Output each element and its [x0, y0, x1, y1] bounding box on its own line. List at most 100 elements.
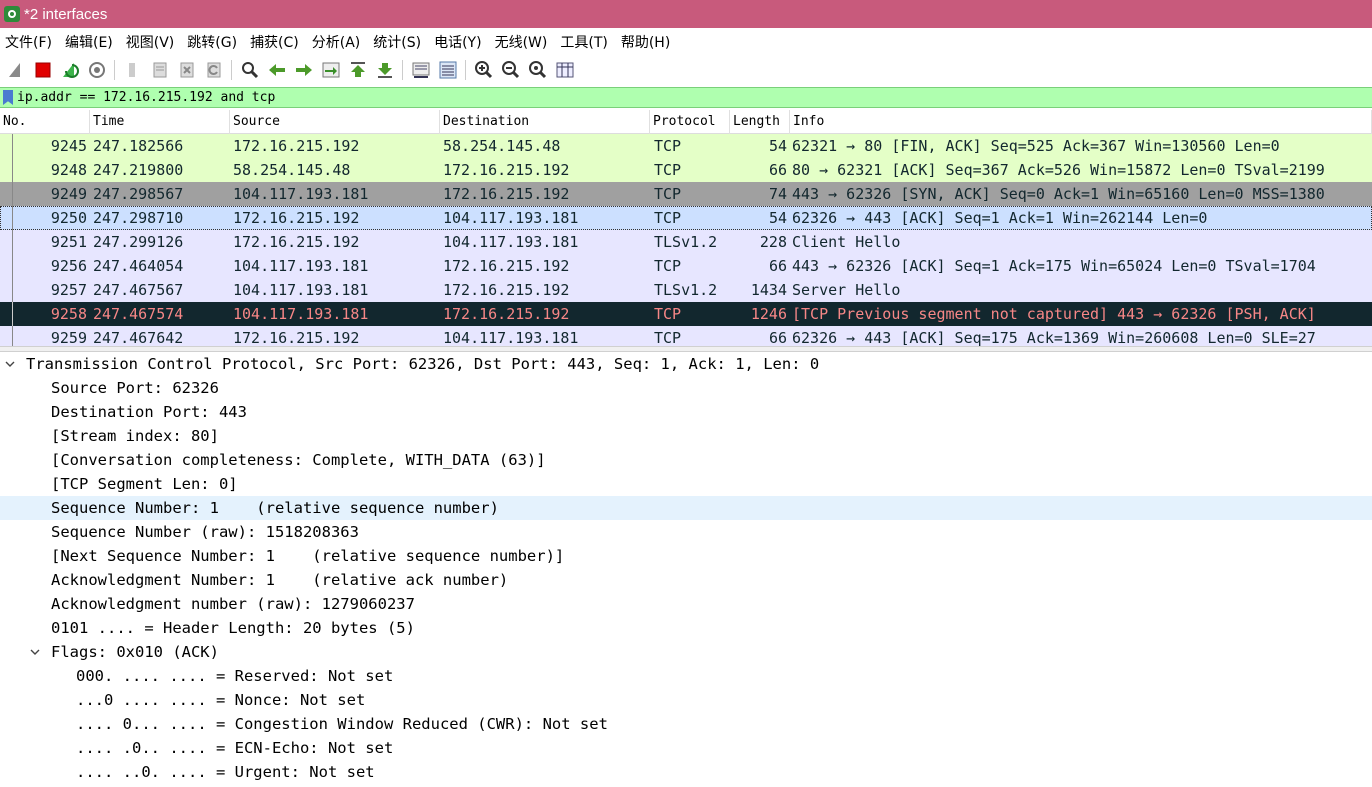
detail-tree-text: [Conversation completeness: Complete, WI… [51, 451, 546, 469]
detail-tree-item[interactable]: Acknowledgment number (raw): 1279060237 [0, 592, 1372, 616]
restart-capture-icon[interactable] [59, 59, 81, 81]
detail-tree-item[interactable]: Sequence Number: 1 (relative sequence nu… [0, 496, 1372, 520]
packet-length: 74 [768, 185, 787, 203]
detail-tree-item[interactable]: [TCP Segment Len: 0] [0, 472, 1372, 496]
packet-time: 247.467642 [93, 329, 184, 346]
packet-info: 80 → 62321 [ACK] Seq=367 Ack=526 Win=158… [792, 161, 1325, 179]
detail-tree-item[interactable]: Acknowledgment Number: 1 (relative ack n… [0, 568, 1372, 592]
packet-protocol: TCP [654, 185, 682, 203]
column-header-destination[interactable]: Destination [440, 110, 650, 134]
column-header-info[interactable]: Info [790, 110, 1372, 134]
packet-row[interactable]: 9258 247.467574 104.117.193.181 172.16.215.… [0, 302, 1372, 326]
packet-details-tree[interactable]: Transmission Control Protocol, Src Port:… [0, 352, 1372, 787]
detail-tree-item[interactable]: Flags: 0x010 (ACK) [0, 640, 1372, 664]
packet-row[interactable]: 9257 247.467567 104.117.193.181 172.16.215.… [0, 278, 1372, 302]
packet-source: 172.16.215.192 [233, 233, 360, 251]
toolbar-separator [402, 60, 403, 80]
packet-row[interactable]: 9251 247.299126 172.16.215.192 104.117.193.… [0, 230, 1372, 254]
packet-destination: 172.16.215.192 [443, 257, 570, 275]
packet-source: 172.16.215.192 [233, 329, 360, 346]
menu-item[interactable]: 无线(W) [490, 32, 556, 52]
packet-number: 9251 [50, 233, 87, 251]
display-filter-input[interactable] [17, 88, 1372, 107]
zoom-out-icon[interactable] [500, 59, 522, 81]
normal-size-icon[interactable] [527, 59, 549, 81]
packet-length: 66 [768, 329, 787, 346]
menu-item[interactable]: 帮助(H) [616, 32, 678, 52]
packet-length: 54 [768, 209, 787, 227]
stop-capture-icon[interactable] [32, 59, 54, 81]
save-file-icon[interactable] [149, 59, 171, 81]
capture-options-icon[interactable] [86, 59, 108, 81]
filter-bookmark-icon[interactable] [3, 90, 13, 105]
detail-tree-item[interactable]: [Next Sequence Number: 1 (relative seque… [0, 544, 1372, 568]
title-bar: *2 interfaces [0, 0, 1372, 28]
packet-protocol: TCP [654, 161, 682, 179]
go-to-packet-icon[interactable] [320, 59, 342, 81]
chevron-down-icon[interactable] [29, 640, 41, 664]
menu-item[interactable]: 电话(Y) [429, 32, 489, 52]
menu-item[interactable]: 工具(T) [555, 32, 615, 52]
column-header-length[interactable]: Length [730, 110, 790, 134]
packet-destination: 104.117.193.181 [443, 329, 579, 346]
find-packet-icon[interactable] [239, 59, 261, 81]
menu-item[interactable]: 统计(S) [368, 32, 429, 52]
shark-fin-icon[interactable] [5, 59, 27, 81]
go-forward-icon[interactable] [293, 59, 315, 81]
packet-row[interactable]: 9250 247.298710 172.16.215.192 104.117.193.… [0, 206, 1372, 230]
related-packet-indicator [12, 206, 13, 230]
packet-number: 9248 [50, 161, 87, 179]
go-last-icon[interactable] [374, 59, 396, 81]
column-header-time[interactable]: Time [90, 110, 230, 134]
detail-tree-item[interactable]: Source Port: 62326 [0, 376, 1372, 400]
related-packet-indicator [12, 326, 13, 346]
column-header-no[interactable]: No. [0, 110, 90, 134]
detail-tree-text: [Next Sequence Number: 1 (relative seque… [51, 547, 565, 565]
open-file-icon[interactable] [122, 59, 144, 81]
detail-tree-item[interactable]: Transmission Control Protocol, Src Port:… [0, 352, 1372, 376]
detail-tree-text: [Stream index: 80] [51, 427, 219, 445]
packet-row[interactable]: 9249 247.298567 104.117.193.181 172.16.215.… [0, 182, 1372, 206]
detail-tree-item[interactable]: 0101 .... = Header Length: 20 bytes (5) [0, 616, 1372, 640]
detail-tree-item[interactable]: 000. .... .... = Reserved: Not set [0, 664, 1372, 688]
toolbar-separator [465, 60, 466, 80]
packet-row[interactable]: 9259 247.467642 172.16.215.192 104.117.193.… [0, 326, 1372, 346]
column-header-source[interactable]: Source [230, 110, 440, 134]
menu-item[interactable]: 文件(F) [0, 32, 60, 52]
packet-source: 172.16.215.192 [233, 137, 360, 155]
zoom-in-icon[interactable] [473, 59, 495, 81]
detail-tree-item[interactable]: .... .0.. .... = ECN-Echo: Not set [0, 736, 1372, 760]
go-first-icon[interactable] [347, 59, 369, 81]
detail-tree-item[interactable]: [Stream index: 80] [0, 424, 1372, 448]
packet-row[interactable]: 9256 247.464054 104.117.193.181 172.16.215.… [0, 254, 1372, 278]
detail-tree-item[interactable]: .... ..0. .... = Urgent: Not set [0, 760, 1372, 784]
detail-tree-item[interactable]: Destination Port: 443 [0, 400, 1372, 424]
chevron-down-icon[interactable] [4, 352, 16, 376]
packet-protocol: TCP [654, 305, 682, 323]
reload-file-icon[interactable] [203, 59, 225, 81]
close-file-icon[interactable] [176, 59, 198, 81]
detail-tree-item[interactable]: ...0 .... .... = Nonce: Not set [0, 688, 1372, 712]
menu-item[interactable]: 跳转(G) [182, 32, 245, 52]
packet-row[interactable]: 9245 247.182566 172.16.215.192 58.254.145.4… [0, 134, 1372, 158]
menu-item[interactable]: 视图(V) [121, 32, 183, 52]
detail-tree-item[interactable]: Sequence Number (raw): 1518208363 [0, 520, 1372, 544]
detail-tree-item[interactable]: [Conversation completeness: Complete, WI… [0, 448, 1372, 472]
packet-source: 104.117.193.181 [233, 281, 369, 299]
related-packet-indicator [12, 278, 13, 302]
packet-list[interactable]: No. Time Source Destination Protocol Length In… [0, 110, 1372, 346]
detail-tree-item[interactable]: .... 0... .... = Congestion Window Reduc… [0, 712, 1372, 736]
resize-columns-icon[interactable] [554, 59, 576, 81]
menu-item[interactable]: 编辑(E) [60, 32, 121, 52]
go-back-icon[interactable] [266, 59, 288, 81]
packet-row[interactable]: 9248 247.219800 58.254.145.48 172.16.215.19… [0, 158, 1372, 182]
packet-source: 104.117.193.181 [233, 185, 369, 203]
column-header-protocol[interactable]: Protocol [650, 110, 730, 134]
menu-item[interactable]: 分析(A) [307, 32, 369, 52]
autoscroll-icon[interactable] [410, 59, 432, 81]
colorize-icon[interactable] [437, 59, 459, 81]
packet-destination: 172.16.215.192 [443, 305, 570, 323]
packet-number: 9257 [50, 281, 87, 299]
menu-item[interactable]: 捕获(C) [245, 32, 307, 52]
display-filter-bar [0, 87, 1372, 108]
